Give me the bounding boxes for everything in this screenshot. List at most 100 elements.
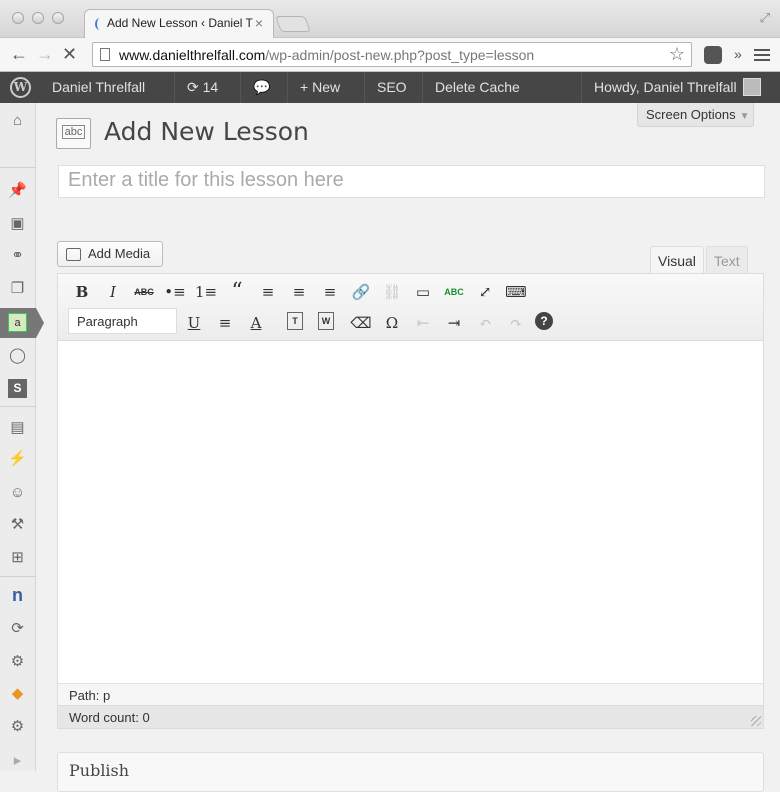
new-tab-button[interactable] [275,16,311,32]
strikethrough-button[interactable]: ABC [132,281,156,303]
tools-icon[interactable]: ⚒ [8,515,27,534]
screen-options-label: Screen Options [646,107,736,122]
resize-handle-icon[interactable] [751,716,761,726]
loading-spinner-icon [95,18,105,30]
stop-icon[interactable]: ✕ [62,44,77,65]
add-media-button[interactable]: Add Media [57,241,163,267]
new-content-link[interactable]: + New [287,72,352,103]
undo-button[interactable]: ↶ [473,312,497,334]
updates-count: 14 [202,79,219,95]
address-bar[interactable]: www.danielthrelfall.com/wp-admin/post-ne… [92,42,692,67]
close-window-button[interactable] [12,12,24,24]
avatar [742,78,761,96]
site-name-link[interactable]: Daniel Threlfall [40,72,157,103]
url-host: www.danielthrelfall.com [119,47,266,63]
comments-link[interactable]: 💬 [240,72,287,103]
insert-link-button[interactable]: 🔗 [349,281,373,303]
lesson-page-icon: abc [56,118,91,149]
blockquote-button[interactable]: “ [225,281,249,303]
url-path: /wp-admin/post-new.php?post_type=lesson [265,47,535,63]
align-left-button[interactable]: ≡ [256,281,280,303]
chevron-down-icon: ▼ [739,111,750,122]
browser-tab[interactable]: Add New Lesson ‹ Daniel T × [84,9,274,39]
main-content: Screen Options ▼ abc Add New Lesson Enter… [36,103,780,792]
screen-options-button[interactable]: Screen Options ▼ [637,103,754,127]
editor-path: Path: p [58,683,763,705]
paste-text-button[interactable]: T [287,312,303,330]
title-input[interactable]: Enter a title for this lesson here [58,165,765,198]
sidebar-separator [0,576,36,577]
help-button[interactable]: ? [535,312,553,330]
browser-titlebar: Add New Lesson ‹ Daniel T × ⤢ [0,0,780,39]
pages-icon[interactable]: ❐ [8,279,27,298]
extensions-overflow-icon[interactable]: » [734,46,742,62]
post-editor: B I ABC •≡ 1≡ “ ≡ ≡ ≡ 🔗 ⛓ ▭ ABC ⤢ ⌨ Para… [57,273,764,729]
fullscreen-button[interactable]: ⤢ [473,281,497,303]
clear-formatting-button[interactable]: ⌫ [349,312,373,334]
delete-cache-link[interactable]: Delete Cache [422,72,532,103]
paste-word-button[interactable]: W [318,312,334,330]
bold-button[interactable]: B [70,281,94,303]
settings-icon[interactable]: ⊞ [8,548,27,567]
underline-button[interactable]: U [182,312,206,334]
insert-more-button[interactable]: ▭ [411,281,435,303]
spellcheck-button[interactable]: ABC [442,281,466,303]
collapse-icon[interactable]: ▸ [8,751,27,770]
sidebar-separator [0,406,36,407]
refresh-icon[interactable]: ⟳ [8,619,27,638]
tab-text[interactable]: Text [706,246,748,274]
minimize-window-button[interactable] [32,12,44,24]
back-icon[interactable]: ← [10,44,28,65]
appearance-icon[interactable]: ▤ [8,418,27,437]
outdent-button[interactable]: ⇤ [411,312,435,334]
zoom-window-button[interactable] [52,12,64,24]
bullet-list-button[interactable]: •≡ [163,281,187,303]
pin-icon[interactable]: 📌 [8,181,27,200]
chrome-menu-icon[interactable] [754,46,770,64]
bookmark-star-icon[interactable]: ☆ [669,44,685,65]
tab-title: Add New Lesson ‹ Daniel T [107,16,253,30]
justify-button[interactable]: ≡ [213,312,237,334]
unlink-button[interactable]: ⛓ [380,281,404,303]
align-right-button[interactable]: ≡ [318,281,342,303]
indent-button[interactable]: ⇥ [442,312,466,334]
gear-icon[interactable]: ⚙ [8,652,27,671]
s-icon[interactable]: S [8,379,27,398]
text-color-button[interactable]: A [244,312,268,334]
add-media-label: Add Media [88,246,151,261]
links-icon[interactable]: ⚭ [8,246,27,265]
editor-content-area[interactable] [58,341,763,685]
users-icon[interactable]: ☺ [8,483,27,502]
updates-icon: ⟳ [187,79,199,95]
special-character-button[interactable]: Ω [380,312,404,334]
plugins-icon[interactable]: ⚡ [8,449,27,468]
italic-button[interactable]: I [101,281,125,303]
comments-icon[interactable]: ◯ [8,346,27,365]
kitchen-sink-button[interactable]: ⌨ [504,281,528,303]
format-select[interactable]: Paragraph [68,308,177,334]
lessons-icon[interactable]: a [8,313,27,332]
gear-2-icon[interactable]: ⚙ [8,717,27,736]
forward-icon[interactable]: → [36,44,54,65]
page-title: Add New Lesson [104,117,309,146]
publish-box: Publish [57,752,764,792]
admin-sidebar: ⌂ 📌 ▣ ⚭ ❐ a ◯ S ▤ ⚡ ☺ ⚒ ⊞ n ⟳ ⚙ ◆ ⚙ ▸ [0,103,44,771]
n-icon[interactable]: n [8,586,27,605]
updates-link[interactable]: ⟳ 14 [174,72,230,103]
align-center-button[interactable]: ≡ [287,281,311,303]
editor-toolbar: B I ABC •≡ 1≡ “ ≡ ≡ ≡ 🔗 ⛓ ▭ ABC ⤢ ⌨ Para… [58,274,763,341]
numbered-list-button[interactable]: 1≡ [194,281,218,303]
redo-button[interactable]: ↷ [504,312,528,334]
my-account-menu[interactable]: Howdy, Daniel Threlfall [581,72,773,103]
browser-toolbar: ← → ✕ www.danielthrelfall.com/wp-admin/p… [0,38,780,72]
tab-visual[interactable]: Visual [650,246,704,274]
fullscreen-icon[interactable]: ⤢ [760,10,770,26]
wordpress-logo-icon[interactable]: W [10,77,31,98]
plugin-orange-icon[interactable]: ◆ [8,684,27,703]
tab-close-icon[interactable]: × [255,15,263,31]
seo-menu[interactable]: SEO [364,72,419,103]
media-icon[interactable]: ▣ [8,214,27,233]
extension-icon[interactable] [704,46,722,64]
word-count: Word count: 0 [58,705,763,728]
dashboard-icon[interactable]: ⌂ [8,111,27,130]
